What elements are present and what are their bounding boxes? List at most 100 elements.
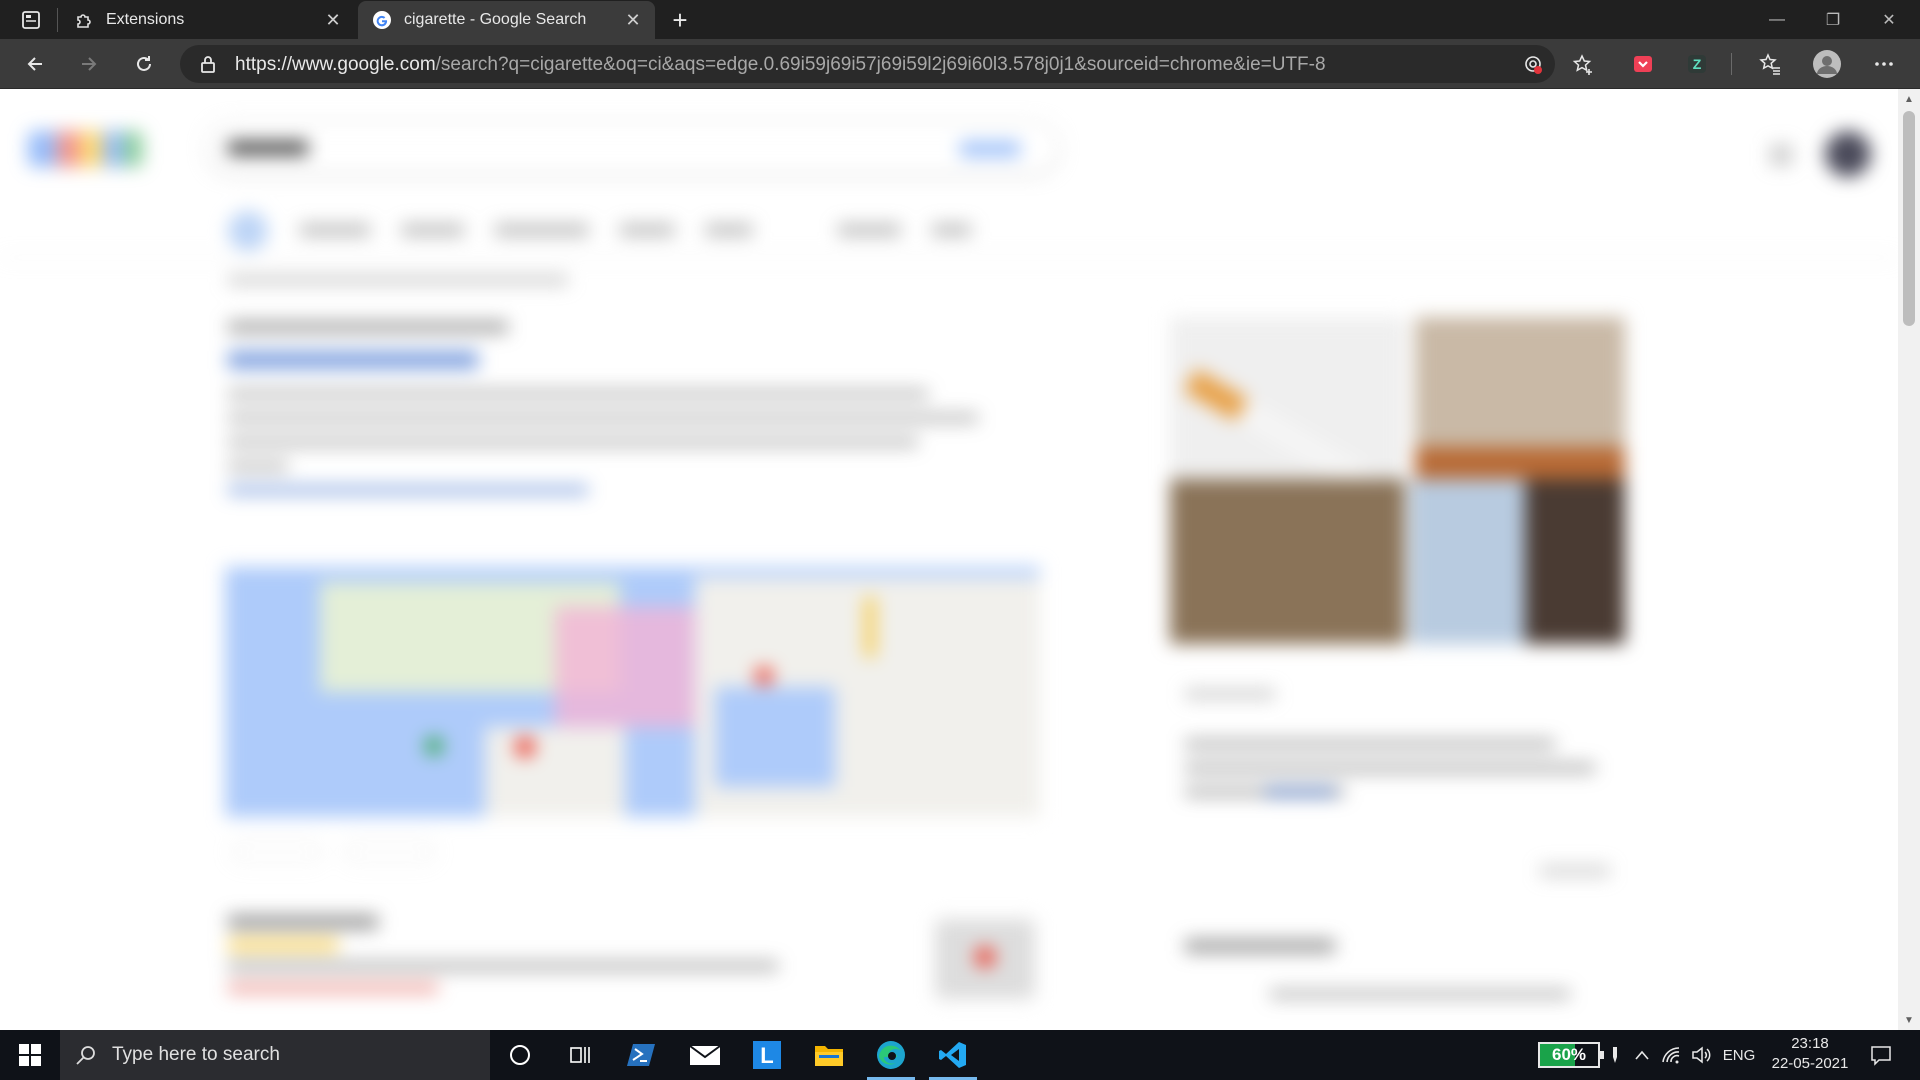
action-center-icon[interactable] [1858, 1030, 1904, 1080]
taskbar-search-box[interactable]: Type here to search [60, 1030, 490, 1080]
tab-extensions[interactable]: Extensions ✕ [60, 1, 355, 39]
result-snippet-line [228, 413, 978, 423]
scroll-down-icon[interactable]: ▼ [1904, 1015, 1914, 1026]
result-snippet-line [228, 461, 288, 471]
map-chip [345, 841, 435, 863]
powershell-icon[interactable] [612, 1030, 672, 1080]
url-host: https://www.google.com [235, 54, 436, 75]
wifi-icon[interactable] [1658, 1030, 1684, 1080]
knowledge-text-line [1185, 763, 1595, 773]
forward-button[interactable] [71, 47, 107, 81]
mail-icon[interactable] [675, 1030, 735, 1080]
l-app-icon[interactable]: L [737, 1030, 797, 1080]
knowledge-feedback [1540, 865, 1610, 877]
volume-icon[interactable] [1688, 1030, 1714, 1080]
google-logo [28, 131, 143, 167]
clock[interactable]: 23:18 22-05-2021 [1760, 1034, 1860, 1074]
scroll-up-icon[interactable]: ▲ [1904, 94, 1914, 105]
screen: Extensions ✕ cigarette - Google Search ✕… [0, 0, 1920, 1080]
apps-grid [1770, 144, 1792, 166]
search-box-icons [960, 141, 1020, 157]
search-box [208, 123, 1058, 173]
close-window-icon[interactable]: ✕ [1861, 0, 1917, 39]
search-query-block [228, 141, 308, 155]
knowledge-text-line [1185, 739, 1555, 749]
task-view-icon[interactable] [550, 1030, 610, 1080]
local-result-title [228, 915, 378, 929]
local-result-desc [228, 961, 778, 971]
minimize-icon[interactable]: — [1749, 0, 1805, 39]
knowledge-image [1525, 479, 1625, 644]
result-snippet-line [228, 389, 928, 399]
knowledge-image [1410, 479, 1525, 644]
tab-separator [57, 8, 58, 32]
restore-icon[interactable]: ❐ [1805, 0, 1861, 39]
tab-title: Extensions [106, 11, 185, 28]
tab-google-search[interactable]: cigarette - Google Search ✕ [358, 1, 655, 39]
result-sitelinks [228, 485, 588, 495]
page-scrollbar[interactable]: ▲ ▼ [1898, 89, 1920, 1030]
puzzle-icon [74, 10, 94, 30]
browser-toolbar: https://www.google.com/search?q=cigarett… [0, 39, 1920, 89]
pocket-extension-icon[interactable] [1625, 47, 1661, 81]
language-indicator[interactable]: ENG [1718, 1030, 1760, 1080]
clock-time: 23:18 [1791, 1035, 1829, 1052]
z-extension-icon[interactable]: Z [1679, 47, 1715, 81]
nav-links [300, 224, 1080, 236]
tracking-prevention-icon[interactable] [1520, 52, 1546, 78]
local-result-status [228, 983, 438, 993]
close-tab-icon[interactable]: ✕ [319, 6, 347, 34]
settings-more-icon[interactable] [1866, 47, 1902, 81]
close-tab-icon[interactable]: ✕ [619, 6, 647, 34]
windows-logo-icon [19, 1044, 41, 1066]
tab-actions-icon[interactable] [13, 8, 49, 32]
clock-date: 22-05-2021 [1771, 1055, 1849, 1072]
new-tab-button[interactable]: + [665, 5, 695, 35]
profile-avatar[interactable] [1809, 47, 1845, 81]
svg-text:Z: Z [1693, 56, 1702, 72]
map-block [225, 567, 1040, 817]
back-button[interactable] [17, 47, 53, 81]
map-chip [232, 841, 322, 863]
result-breadcrumb [228, 321, 508, 333]
scrollbar-thumb[interactable] [1903, 111, 1915, 326]
url-text[interactable]: https://www.google.com/search?q=cigarett… [235, 54, 1326, 76]
taskbar-search-placeholder: Type here to search [112, 1044, 280, 1065]
vscode-icon[interactable] [923, 1030, 983, 1080]
battery-percent: 60% [1551, 1045, 1587, 1064]
knowledge-caption [1185, 689, 1275, 699]
windows-taskbar: Type here to search L 60% ENG 23:18 22-0… [0, 1030, 1920, 1080]
account-avatar [1825, 131, 1871, 177]
show-hidden-icons-icon[interactable] [1630, 1030, 1654, 1080]
blurred-search-results [0, 89, 1898, 1030]
pen-icon[interactable] [1605, 1030, 1625, 1080]
refresh-button[interactable] [126, 47, 162, 81]
local-result-thumb [935, 919, 1035, 999]
nav-divider [0, 257, 1898, 258]
svg-text:L: L [760, 1043, 773, 1068]
add-favorite-icon[interactable] [1570, 52, 1596, 78]
battery-indicator[interactable]: 60% [1538, 1042, 1604, 1068]
knowledge-item [1270, 989, 1570, 999]
address-bar[interactable]: https://www.google.com/search?q=cigarett… [180, 45, 1592, 83]
search-icon [74, 1043, 98, 1067]
local-result-rating [228, 939, 338, 951]
tab-strip: Extensions ✕ cigarette - Google Search ✕… [0, 0, 1920, 39]
result-snippet-line [228, 437, 918, 447]
favorites-icon[interactable] [1752, 47, 1788, 81]
lock-icon[interactable] [198, 54, 218, 74]
knowledge-link [1265, 787, 1335, 797]
file-explorer-icon[interactable] [799, 1030, 859, 1080]
google-g-icon [372, 10, 392, 30]
cortana-icon[interactable] [490, 1030, 550, 1080]
web-page-viewport[interactable] [0, 89, 1898, 1030]
start-button[interactable] [0, 1030, 60, 1080]
nav-all [228, 211, 268, 251]
edge-icon[interactable] [861, 1030, 921, 1080]
result-title [228, 351, 478, 369]
tab-title: cigarette - Google Search [404, 11, 587, 28]
result-stats [228, 275, 568, 285]
toolbar-divider [1731, 53, 1732, 75]
url-path: /search?q=cigarette&oq=ci&aqs=edge.0.69i… [435, 54, 1326, 75]
knowledge-section-title [1185, 939, 1335, 953]
